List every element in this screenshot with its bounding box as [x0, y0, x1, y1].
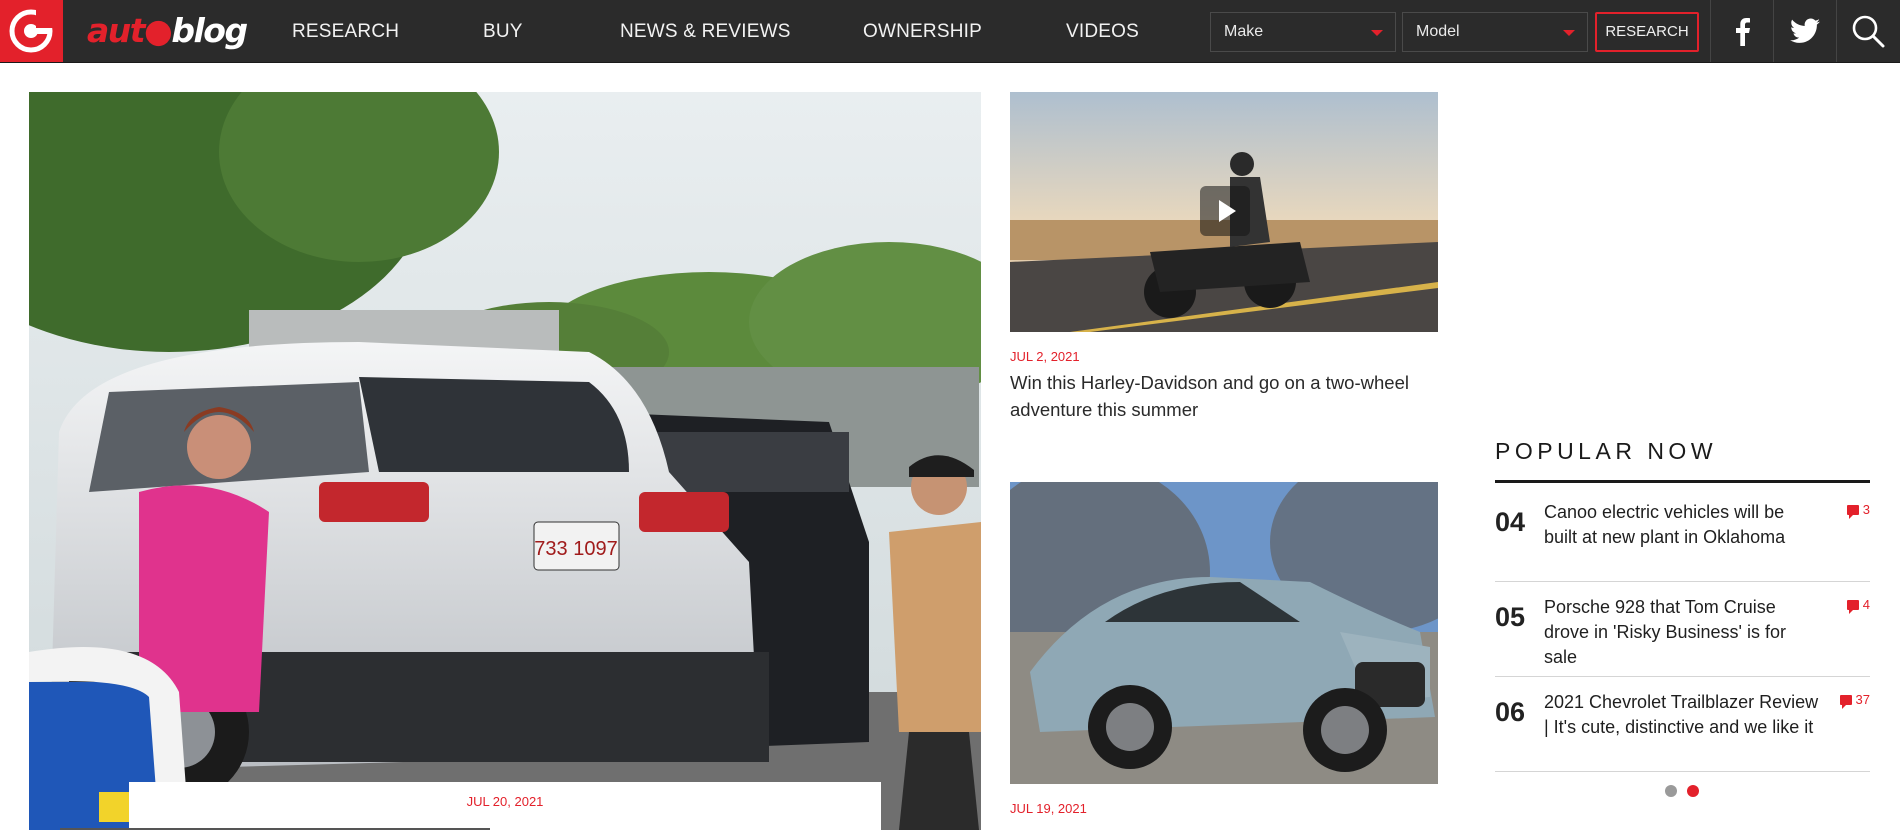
twitter-icon[interactable]	[1774, 0, 1836, 62]
nav-research[interactable]: RESEARCH	[292, 0, 399, 62]
autoblog-wordmark[interactable]: aut●blog	[87, 8, 248, 54]
nav-buy[interactable]: BUY	[483, 0, 523, 62]
article-date: JUL 2, 2021	[1010, 349, 1080, 364]
carousel-dot-2-active[interactable]	[1687, 785, 1699, 797]
nav-ownership[interactable]: OWNERSHIP	[863, 0, 982, 62]
popular-item[interactable]: 04 Canoo electric vehicles will be built…	[1495, 486, 1870, 581]
popular-divider	[1495, 771, 1870, 772]
popular-title[interactable]: Porsche 928 that Tom Cruise drove in 'Ri…	[1544, 595, 1819, 670]
comment-icon	[1846, 600, 1859, 614]
search-icon[interactable]	[1837, 0, 1899, 62]
make-select-value: Make	[1224, 23, 1264, 40]
article-title[interactable]: Win this Harley-Davidson and go on a two…	[1010, 369, 1440, 423]
hero-photo: 733 1097	[29, 92, 981, 830]
comment-count-value: 37	[1855, 692, 1870, 707]
popular-title[interactable]: Canoo electric vehicles will be built at…	[1544, 500, 1819, 550]
wordmark-o-icon: ●	[144, 11, 173, 50]
autoblog-logo-icon[interactable]	[0, 0, 63, 62]
article-thumbnail-harley[interactable]	[1010, 92, 1438, 332]
nav-videos[interactable]: VIDEOS	[1066, 0, 1139, 62]
popular-rank: 06	[1495, 697, 1526, 727]
popular-title[interactable]: 2021 Chevrolet Trailblazer Review | It's…	[1544, 690, 1819, 740]
hero-caption-card: JUL 20, 2021	[129, 782, 881, 830]
article-thumbnail-infiniti[interactable]	[1010, 482, 1438, 784]
article-date: JUL 19, 2021	[1010, 801, 1087, 816]
comment-icon	[1846, 505, 1859, 519]
svg-text:733 1097: 733 1097	[534, 538, 617, 560]
wordmark-part1: aut	[87, 11, 146, 50]
popular-rank: 05	[1495, 602, 1526, 632]
model-select[interactable]: Model	[1402, 12, 1588, 52]
carousel-dot-1[interactable]	[1665, 785, 1677, 797]
make-select[interactable]: Make	[1210, 12, 1396, 52]
chevron-down-icon	[1563, 30, 1575, 36]
comment-icon	[1839, 695, 1852, 709]
comment-count-value: 4	[1862, 597, 1870, 612]
facebook-icon[interactable]	[1711, 0, 1773, 62]
hero-date: JUL 20, 2021	[466, 794, 544, 809]
nav-news-reviews[interactable]: NEWS & REVIEWS	[620, 0, 791, 62]
popular-heading-rule	[1495, 480, 1870, 483]
popular-item[interactable]: 05 Porsche 928 that Tom Cruise drove in …	[1495, 581, 1870, 676]
model-select-value: Model	[1416, 23, 1460, 40]
popular-rank: 04	[1495, 507, 1526, 537]
wordmark-part2: blog	[171, 11, 248, 50]
popular-heading: POPULAR NOW	[1495, 438, 1718, 464]
research-button[interactable]: RESEARCH	[1595, 12, 1699, 52]
top-nav: aut●blog RESEARCH BUY NEWS & REVIEWS OWN…	[0, 0, 1900, 63]
comment-count[interactable]: 37	[1839, 692, 1870, 709]
hero-story[interactable]: 733 1097 JUL 20, 2021	[29, 92, 981, 830]
comment-count[interactable]: 3	[1846, 502, 1870, 519]
play-video-icon[interactable]	[1200, 186, 1250, 236]
chevron-down-icon	[1371, 30, 1383, 36]
infiniti-photo	[1010, 482, 1438, 784]
popular-item[interactable]: 06 2021 Chevrolet Trailblazer Review | I…	[1495, 676, 1870, 771]
comment-count-value: 3	[1862, 502, 1870, 517]
comment-count[interactable]: 4	[1846, 597, 1870, 614]
